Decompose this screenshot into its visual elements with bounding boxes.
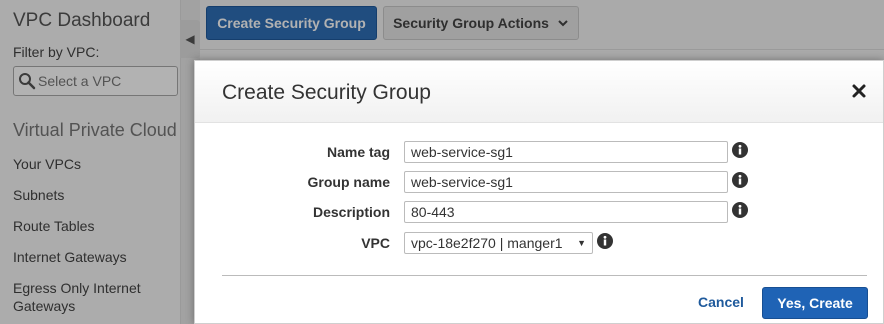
description-input[interactable] [404,201,728,223]
dialog-header: Create Security Group [195,61,883,123]
info-icon[interactable] [597,233,613,249]
caret-down-icon: ▼ [577,238,586,248]
close-icon[interactable] [851,83,867,99]
dialog-divider [222,275,867,276]
group-name-input[interactable] [404,171,728,193]
info-icon[interactable] [732,202,748,218]
name-tag-label: Name tag [326,144,390,160]
vpc-label: VPC [361,235,390,251]
group-name-label: Group name [307,174,390,190]
vpc-select-value: vpc-18e2f270 | manger1 [411,235,563,251]
dialog-title: Create Security Group [222,81,431,104]
yes-create-button[interactable]: Yes, Create [762,287,868,319]
create-security-group-dialog: Create Security Group Name tag Group nam… [194,60,884,324]
info-icon[interactable] [732,142,748,158]
vpc-select[interactable]: vpc-18e2f270 | manger1 ▼ [404,232,593,254]
cancel-button[interactable]: Cancel [698,294,744,310]
info-icon[interactable] [732,172,748,188]
description-label: Description [312,204,390,220]
name-tag-input[interactable] [404,141,728,163]
